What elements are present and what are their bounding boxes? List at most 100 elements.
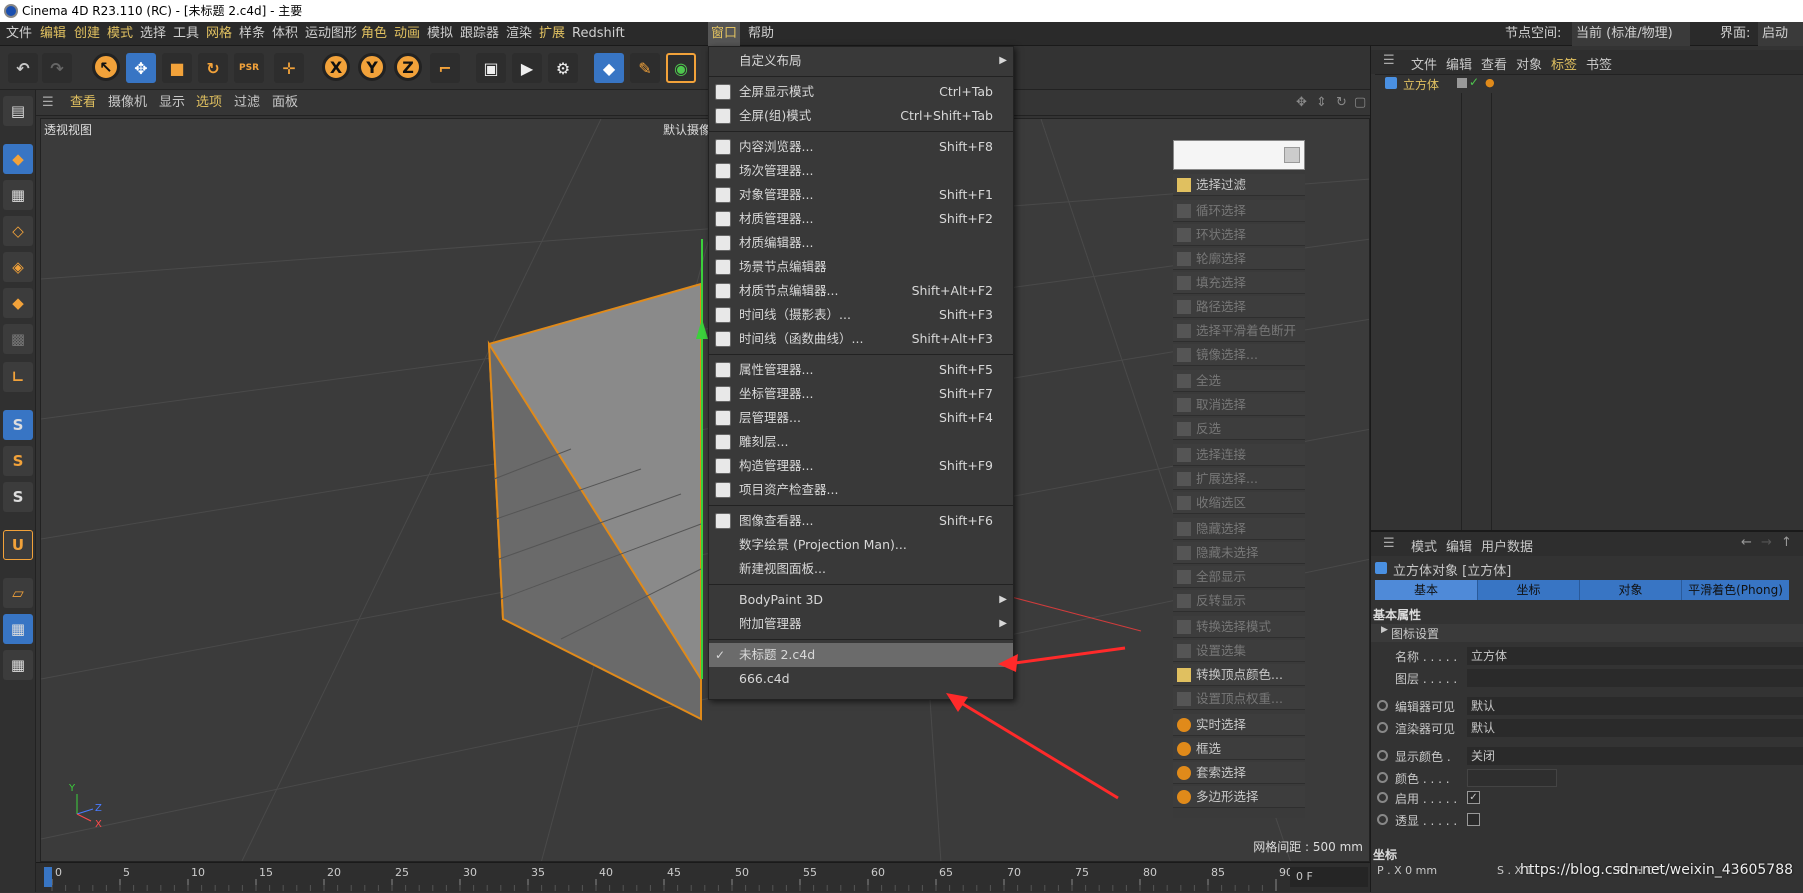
selection-menu-item[interactable]: 全选 (1173, 370, 1305, 392)
menu-render[interactable]: 渲染 (506, 22, 532, 46)
window-menu-item[interactable]: 雕刻层... (709, 430, 1013, 454)
viewport-menu-display[interactable]: 显示 (159, 90, 185, 116)
window-menu-item[interactable]: 全屏显示模式 Ctrl+Tab (709, 80, 1013, 104)
om-menu-tags[interactable]: 标签 (1551, 54, 1577, 73)
window-menu-item[interactable]: 坐标管理器... Shift+F7 (709, 382, 1013, 406)
selection-menu-item[interactable]: 反转显示 (1173, 590, 1305, 612)
animate-radio-icon[interactable] (1377, 750, 1388, 761)
scale-tool-icon[interactable]: ■ (162, 53, 192, 83)
magnet-icon[interactable]: U (3, 530, 33, 560)
selection-menu-item[interactable]: 路径选择 (1173, 296, 1305, 318)
attribute-hamburger-icon[interactable]: ☰ (1383, 536, 1395, 551)
window-menu-item[interactable]: 图像查看器... Shift+F6 (709, 509, 1013, 533)
node-space-dropdown[interactable]: 当前 (标准/物理) (1572, 22, 1690, 46)
menu-create[interactable]: 创建 (74, 22, 100, 46)
visible-check-icon[interactable]: ✓ (1469, 75, 1479, 89)
window-menu-item[interactable]: 自定义布局 ▶ (709, 49, 1013, 73)
z-axis-icon[interactable]: Z (394, 53, 422, 81)
viewport-menu-options[interactable]: 选项 (196, 90, 222, 116)
menu-extensions[interactable]: 扩展 (539, 22, 565, 46)
menu-edit[interactable]: 编辑 (40, 22, 66, 46)
selection-menu-item[interactable]: 实时选择 (1173, 714, 1305, 736)
menu-simulate[interactable]: 模拟 (427, 22, 453, 46)
attribute-value[interactable] (1467, 769, 1557, 787)
window-menu-item[interactable]: 附加管理器 ▶ (709, 612, 1013, 636)
menu-animate[interactable]: 动画 (394, 22, 420, 46)
y-axis-icon[interactable]: Y (358, 53, 386, 81)
window-menu-item[interactable]: BodyPaint 3D ▶ (709, 588, 1013, 612)
up-arrow-icon[interactable]: ↑ (1781, 535, 1792, 550)
uv-mode-icon[interactable]: ▩ (3, 324, 33, 354)
current-frame-field[interactable]: 0 F (1290, 867, 1368, 887)
attribute-value[interactable]: 默认 (1467, 719, 1803, 737)
menu-tools[interactable]: 工具 (173, 22, 199, 46)
window-menu-item[interactable]: 材质编辑器... (709, 231, 1013, 255)
object-row-cube[interactable]: 立方体 ✓ ● (1375, 75, 1803, 93)
icon-settings-group[interactable]: ▶ 图标设置 (1371, 624, 1803, 642)
selection-menu-item[interactable]: 收缩选区 (1173, 492, 1305, 514)
render-region-icon[interactable]: ▣ (476, 53, 506, 83)
window-menu-item[interactable]: 材质管理器... Shift+F2 (709, 207, 1013, 231)
window-menu-item[interactable]: 内容浏览器... Shift+F8 (709, 135, 1013, 159)
selection-menu-item[interactable]: 隐藏选择 (1173, 518, 1305, 540)
texture-mode-icon[interactable]: ▦ (3, 180, 33, 210)
window-menu-item[interactable]: 项目资产检查器... (709, 478, 1013, 502)
polygons-mode-icon[interactable]: ◆ (3, 288, 33, 318)
am-menu-user-data[interactable]: 用户数据 (1481, 536, 1533, 555)
selection-menu-item[interactable]: 轮廓选择 (1173, 248, 1305, 270)
om-menu-file[interactable]: 文件 (1411, 54, 1437, 73)
menu-mode[interactable]: 模式 (107, 22, 133, 46)
tag-icon[interactable]: ● (1485, 76, 1495, 89)
am-menu-mode[interactable]: 模式 (1411, 536, 1437, 555)
window-menu-item[interactable]: 666.c4d (709, 667, 1013, 691)
selection-menu-item[interactable]: 选择平滑着色断开 (1173, 320, 1305, 342)
selection-menu-item[interactable]: 设置选集 (1173, 640, 1305, 662)
interface-dropdown[interactable]: 启动 (1758, 22, 1803, 46)
selection-menu-item[interactable]: 扩展选择... (1173, 468, 1305, 490)
attribute-value[interactable]: 立方体 (1467, 647, 1803, 665)
window-menu-item[interactable]: 新建视图面板... (709, 557, 1013, 581)
object-manager-hamburger-icon[interactable]: ☰ (1383, 53, 1395, 68)
selection-menu-item[interactable]: 多边形选择 (1173, 786, 1305, 808)
tab-phong[interactable]: 平滑着色(Phong) (1681, 580, 1789, 600)
menu-volume[interactable]: 体积 (272, 22, 298, 46)
locked-workplane-icon[interactable]: ▦ (3, 614, 33, 644)
viewport-menu-hamburger-icon[interactable]: ☰ (42, 90, 54, 116)
workplane-icon[interactable]: ▱ (3, 578, 33, 608)
menu-mograph[interactable]: 运动图形 (305, 22, 357, 46)
playhead[interactable] (44, 867, 52, 887)
animate-radio-icon[interactable] (1377, 722, 1388, 733)
planar-workplane-icon[interactable]: ▦ (3, 650, 33, 680)
tab-coord[interactable]: 坐标 (1477, 580, 1579, 600)
selection-menu-item[interactable]: 选择连接 (1173, 444, 1305, 466)
animate-radio-icon[interactable] (1377, 772, 1388, 783)
menu-tracker[interactable]: 跟踪器 (460, 22, 499, 46)
menu-window[interactable]: 窗口 (708, 22, 741, 46)
redo-icon[interactable]: ↷ (42, 53, 72, 83)
add-icon[interactable]: ✛ (274, 53, 304, 83)
am-menu-edit[interactable]: 编辑 (1446, 536, 1472, 555)
tab-basic[interactable]: 基本 (1375, 580, 1477, 600)
window-menu-item[interactable]: ✓ 未标题 2.c4d (709, 643, 1013, 667)
layer-icon[interactable] (1457, 78, 1467, 88)
window-menu-item[interactable]: 时间线（摄影表）... Shift+F3 (709, 303, 1013, 327)
viewport-maximize-icon[interactable]: ▢ (1354, 90, 1366, 116)
attribute-value[interactable] (1467, 669, 1803, 687)
attribute-value[interactable]: 关闭 (1467, 747, 1803, 765)
selection-menu-item[interactable]: 框选 (1173, 738, 1305, 760)
selection-search-field[interactable] (1173, 140, 1305, 170)
snap-settings-icon[interactable]: S (3, 446, 33, 476)
window-menu-item[interactable]: 层管理器... Shift+F4 (709, 406, 1013, 430)
rotate-tool-icon[interactable]: ↻ (198, 53, 228, 83)
menu-help[interactable]: 帮助 (748, 22, 774, 46)
edges-mode-icon[interactable]: ◈ (3, 252, 33, 282)
perspective-viewport[interactable]: Y Z X 透视视图 默认摄像 网格间距 : 500 mm (40, 118, 1370, 862)
selection-menu-item[interactable]: 套索选择 (1173, 762, 1305, 784)
window-menu-item[interactable]: 对象管理器... Shift+F1 (709, 183, 1013, 207)
points-mode-icon[interactable]: ◇ (3, 216, 33, 246)
snap-icon[interactable]: S (3, 410, 33, 440)
menu-redshift[interactable]: Redshift (572, 22, 625, 46)
window-menu-item[interactable]: 时间线（函数曲线）... Shift+Alt+F3 (709, 327, 1013, 351)
tab-object[interactable]: 对象 (1579, 580, 1681, 600)
model-mode-icon[interactable]: ◆ (3, 144, 33, 174)
